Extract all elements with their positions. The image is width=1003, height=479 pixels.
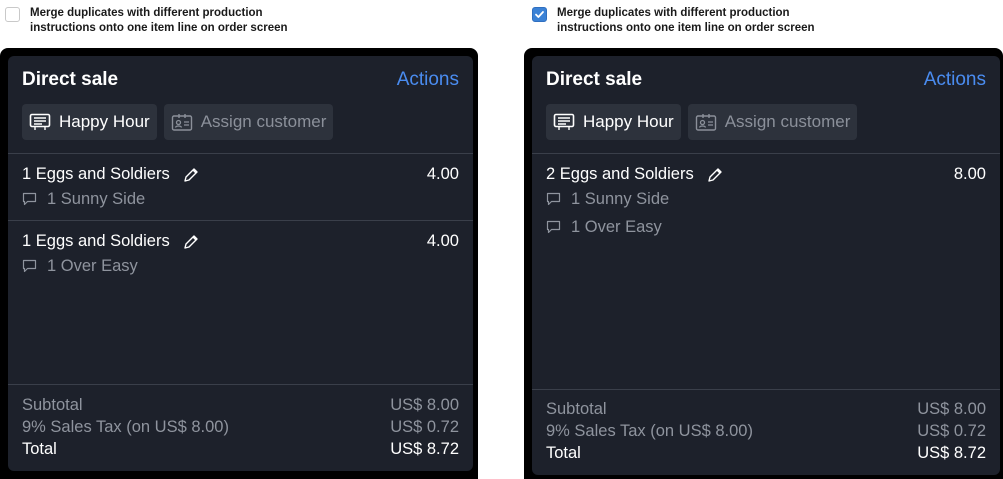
subtotal-value: US$ 8.00	[917, 400, 986, 418]
assign-customer-button[interactable]: Assign customer	[163, 104, 334, 140]
instruction-text: Sunny Side	[60, 189, 146, 208]
merge-option-left[interactable]: Merge duplicates with different producti…	[5, 6, 330, 36]
receipt-icon	[553, 113, 575, 130]
item-title: Eggs and Soldiers	[35, 165, 170, 183]
merge-checkbox-left[interactable]	[5, 7, 20, 22]
total-value: US$ 8.72	[917, 444, 986, 462]
comment-icon	[546, 192, 561, 206]
order-item[interactable]: 1 Eggs and Soldiers 4.00 1 Over Easy	[22, 232, 459, 280]
tax-label: 9% Sales Tax (on US$ 8.00)	[22, 418, 229, 436]
subtotal-label: Subtotal	[22, 396, 83, 414]
divider	[8, 384, 473, 385]
receipt-icon	[29, 113, 51, 130]
item-name: 2 Eggs and Soldiers	[546, 165, 724, 184]
actions-button[interactable]: Actions	[397, 69, 459, 91]
assign-customer-button[interactable]: Assign customer	[687, 104, 858, 140]
order-header: Direct sale Actions	[532, 56, 1000, 104]
tax-value: US$ 0.72	[390, 418, 459, 436]
item-qty: 1	[22, 232, 32, 250]
instruction-line: 1 Over Easy	[546, 213, 986, 241]
item-price: 4.00	[426, 165, 459, 183]
divider	[8, 153, 473, 154]
pencil-icon[interactable]	[182, 166, 200, 184]
actions-button[interactable]: Actions	[924, 69, 986, 91]
contact-card-icon	[171, 114, 192, 131]
instruction-line: 1 Sunny Side	[22, 185, 459, 213]
order-totals: Subtotal US$ 8.00 9% Sales Tax (on US$ 8…	[546, 400, 986, 466]
order-title: Direct sale	[22, 69, 119, 90]
tax-row: 9% Sales Tax (on US$ 8.00) US$ 0.72	[22, 418, 459, 440]
order-tags: Happy Hour Assign customer	[22, 104, 334, 140]
comment-icon	[546, 220, 561, 234]
order-screen-left: Direct sale Actions Happy Hour Assign cu…	[0, 48, 478, 479]
happy-hour-button[interactable]: Happy Hour	[546, 104, 681, 140]
total-label: Total	[22, 440, 57, 458]
item-name: 1 Eggs and Soldiers	[22, 165, 200, 184]
comment-icon	[22, 192, 37, 206]
instruction-text: Over Easy	[60, 256, 138, 275]
tax-value: US$ 0.72	[917, 422, 986, 440]
subtotal-row: Subtotal US$ 8.00	[22, 396, 459, 418]
happy-hour-label: Happy Hour	[59, 112, 150, 131]
merge-option-right[interactable]: Merge duplicates with different producti…	[532, 6, 857, 36]
instruction-qty: 1	[47, 256, 57, 275]
assign-customer-label: Assign customer	[724, 112, 851, 131]
order-item[interactable]: 2 Eggs and Soldiers 8.00 1 Sunny Side 1 …	[546, 165, 986, 241]
order-title: Direct sale	[546, 69, 643, 90]
comment-icon	[22, 259, 37, 273]
happy-hour-button[interactable]: Happy Hour	[22, 104, 157, 140]
instruction-text: Over Easy	[584, 217, 662, 236]
item-price: 4.00	[426, 232, 459, 250]
checkmark-icon	[535, 11, 544, 18]
instruction-qty: 1	[47, 189, 57, 208]
merge-checkbox-right[interactable]	[532, 7, 547, 22]
tax-label: 9% Sales Tax (on US$ 8.00)	[546, 422, 753, 440]
divider	[8, 220, 473, 221]
item-qty: 1	[22, 165, 32, 183]
total-label: Total	[546, 444, 581, 462]
instruction-line: 1 Over Easy	[22, 252, 459, 280]
total-value: US$ 8.72	[390, 440, 459, 458]
pencil-icon[interactable]	[182, 233, 200, 251]
instruction-line: 1 Sunny Side	[546, 185, 986, 213]
item-name: 1 Eggs and Soldiers	[22, 232, 200, 251]
order-panel: Direct sale Actions Happy Hour Assign cu…	[532, 56, 1000, 475]
instruction-text: Sunny Side	[584, 189, 670, 208]
order-item[interactable]: 1 Eggs and Soldiers 4.00 1 Sunny Side	[22, 165, 459, 213]
item-title: Eggs and Soldiers	[35, 232, 170, 250]
order-totals: Subtotal US$ 8.00 9% Sales Tax (on US$ 8…	[22, 396, 459, 462]
subtotal-value: US$ 8.00	[390, 396, 459, 414]
assign-customer-label: Assign customer	[200, 112, 327, 131]
total-row: Total US$ 8.72	[22, 440, 459, 462]
divider	[532, 389, 1000, 390]
order-tags: Happy Hour Assign customer	[546, 104, 858, 140]
instruction-qty: 1	[571, 217, 581, 236]
item-qty: 2	[546, 165, 556, 183]
order-screen-right: Direct sale Actions Happy Hour Assign cu…	[524, 48, 1003, 479]
order-header: Direct sale Actions	[8, 56, 473, 104]
total-row: Total US$ 8.72	[546, 444, 986, 466]
subtotal-label: Subtotal	[546, 400, 607, 418]
divider	[532, 153, 1000, 154]
instruction-qty: 1	[571, 189, 581, 208]
happy-hour-label: Happy Hour	[583, 112, 674, 131]
order-panel: Direct sale Actions Happy Hour Assign cu…	[8, 56, 473, 471]
tax-row: 9% Sales Tax (on US$ 8.00) US$ 0.72	[546, 422, 986, 444]
pencil-icon[interactable]	[706, 166, 724, 184]
subtotal-row: Subtotal US$ 8.00	[546, 400, 986, 422]
contact-card-icon	[695, 114, 716, 131]
item-price: 8.00	[953, 165, 986, 183]
item-title: Eggs and Soldiers	[559, 165, 694, 183]
merge-option-label: Merge duplicates with different producti…	[557, 7, 815, 34]
merge-option-label: Merge duplicates with different producti…	[30, 7, 288, 34]
